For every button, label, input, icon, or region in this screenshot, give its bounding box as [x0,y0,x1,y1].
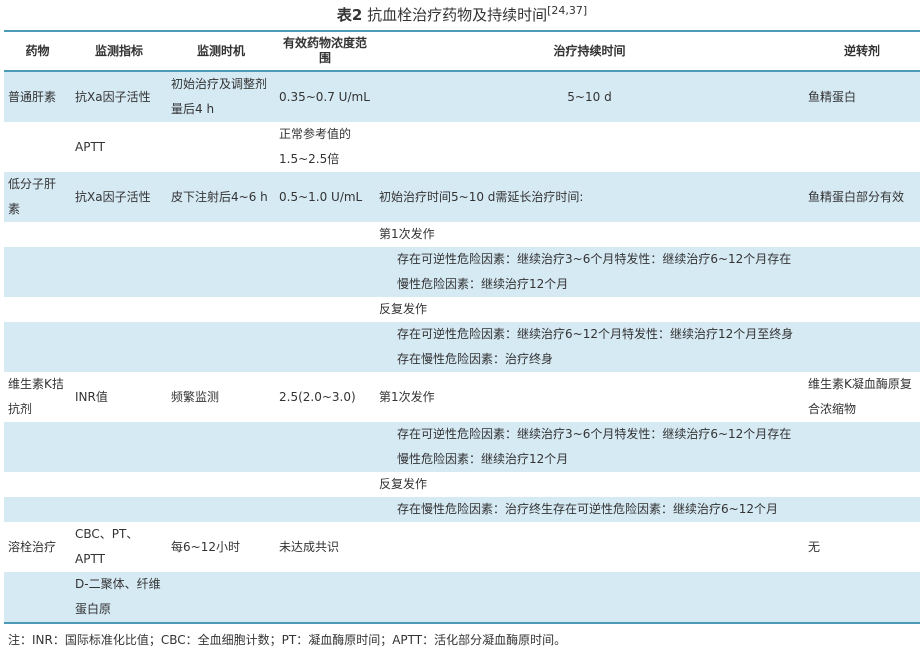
cell-duration: 反复发作 [375,472,804,497]
cell-indicator: 抗Xa因子活性 [71,71,167,122]
header-reversal: 逆转剂 [804,30,920,72]
cell-duration: 初始治疗时间5~10 d需延长治疗时间: [375,172,804,222]
table-row: 反复发作 [4,297,920,322]
cell-timing: 初始治疗及调整剂量后4 h [167,71,275,122]
cell-drug: 溶栓治疗 [4,522,71,572]
cell-range: 未达成共识 [275,522,375,572]
table-row: 溶栓治疗 CBC、PT、APTT 每6~12小时 未达成共识 无 [4,522,920,572]
cell-duration: 第1次发作 [375,372,804,422]
cell-drug: 低分子肝素 [4,172,71,222]
table-title: 抗血栓治疗药物及持续时间 [367,6,548,24]
cell-timing [167,122,275,172]
cell-indicator: INR值 [71,372,167,422]
table-row: 维生素K拮抗剂 INR值 频繁监测 2.5(2.0~3.0) 第1次发作 维生素… [4,372,920,422]
table-label: 表2 [336,6,363,24]
table-row: 存在可逆性危险因素：继续治疗3~6个月特发性：继续治疗6~12个月存在慢性危险因… [4,422,920,472]
table-row: 存在可逆性危险因素：继续治疗6~12个月特发性：继续治疗12个月至终身存在慢性危… [4,322,920,372]
table-header-row: 药物 监测指标 监测时机 有效药物浓度范围 治疗持续时间 逆转剂 [4,30,920,72]
header-timing: 监测时机 [167,30,275,72]
cell-duration [375,122,804,172]
header-drug: 药物 [4,30,71,72]
cell-timing: 频繁监测 [167,372,275,422]
cell-reversal: 鱼精蛋白部分有效 [804,172,920,222]
cell-drug [4,122,71,172]
cell-indicator: CBC、PT、APTT [71,522,167,572]
table-footnote: 注：INR：国际标准化比值；CBC：全血细胞计数；PT：凝血酶原时间；APTT：… [8,633,567,647]
cell-range: 0.35~0.7 U/mL [275,71,375,122]
table-row: D-二聚体、纤维蛋白原 [4,572,920,624]
table-row: 存在慢性危险因素：治疗终生存在可逆性危险因素：继续治疗6~12个月 [4,497,920,522]
cell-drug: 普通肝素 [4,71,71,122]
cell-duration: 存在慢性危险因素：治疗终生存在可逆性危险因素：继续治疗6~12个月 [375,497,804,522]
table-row: 反复发作 [4,472,920,497]
table-row: 存在可逆性危险因素：继续治疗3~6个月特发性：继续治疗6~12个月存在慢性危险因… [4,247,920,297]
cell-range: 2.5(2.0~3.0) [275,372,375,422]
cell-indicator: 抗Xa因子活性 [71,172,167,222]
cell-reversal: 鱼精蛋白 [804,71,920,122]
table-row: 第1次发作 [4,222,920,247]
cell-range: 0.5~1.0 U/mL [275,172,375,222]
cell-timing: 每6~12小时 [167,522,275,572]
cell-reversal: 维生素K凝血酶原复合浓缩物 [804,372,920,422]
table-caption: 表2 抗血栓治疗药物及持续时间[24,37] [0,0,924,30]
cell-duration: 5~10 d [375,71,804,122]
table-reference: [24,37] [547,4,588,17]
cell-range: 正常参考值的1.5~2.5倍 [275,122,375,172]
cell-reversal [804,122,920,172]
cell-indicator: D-二聚体、纤维蛋白原 [71,572,167,624]
cell-drug: 维生素K拮抗剂 [4,372,71,422]
header-indicator: 监测指标 [71,30,167,72]
table-row: APTT 正常参考值的1.5~2.5倍 [4,122,920,172]
cell-reversal: 无 [804,522,920,572]
header-range: 有效药物浓度范围 [275,30,375,72]
drug-duration-table: 药物 监测指标 监测时机 有效药物浓度范围 治疗持续时间 逆转剂 普通肝素 抗X… [4,30,920,624]
cell-duration: 反复发作 [375,297,804,322]
cell-duration: 存在可逆性危险因素：继续治疗3~6个月特发性：继续治疗6~12个月存在慢性危险因… [375,422,804,472]
cell-duration [375,522,804,572]
cell-duration: 第1次发作 [375,222,804,247]
table-row: 低分子肝素 抗Xa因子活性 皮下注射后4~6 h 0.5~1.0 U/mL 初始… [4,172,920,222]
table-row: 普通肝素 抗Xa因子活性 初始治疗及调整剂量后4 h 0.35~0.7 U/mL… [4,71,920,122]
cell-indicator: APTT [71,122,167,172]
header-duration: 治疗持续时间 [375,30,804,72]
cell-timing: 皮下注射后4~6 h [167,172,275,222]
cell-duration: 存在可逆性危险因素：继续治疗6~12个月特发性：继续治疗12个月至终身存在慢性危… [375,322,804,372]
cell-duration: 存在可逆性危险因素：继续治疗3~6个月特发性：继续治疗6~12个月存在慢性危险因… [375,247,804,297]
